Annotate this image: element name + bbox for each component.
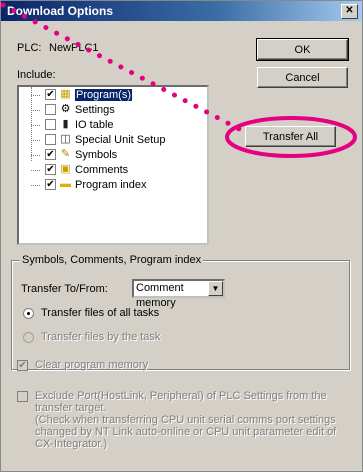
settings-icon: ⚙ bbox=[60, 103, 71, 115]
radio-all-tasks[interactable] bbox=[23, 308, 34, 319]
symbols-checkbox[interactable]: ✔ bbox=[45, 149, 56, 160]
exclude-port-checkbox[interactable] bbox=[17, 391, 28, 402]
radio-all-tasks-label[interactable]: Transfer files of all tasks bbox=[41, 307, 159, 319]
tree-branch bbox=[31, 110, 40, 111]
tree-item-label: Program index bbox=[75, 179, 147, 191]
tree-item-label: Settings bbox=[75, 104, 115, 116]
program-icon: ▦ bbox=[60, 88, 71, 100]
ok-button[interactable]: OK bbox=[256, 38, 349, 61]
dialog-title: Download Options bbox=[7, 4, 113, 18]
transfer-all-button[interactable]: Transfer All bbox=[245, 126, 336, 147]
transfer-to-select[interactable]: Comment memory ▼ bbox=[132, 279, 225, 309]
program-checkbox[interactable]: ✔ bbox=[45, 89, 56, 100]
plc-name: NewPLC1 bbox=[49, 42, 99, 54]
settings-checkbox[interactable] bbox=[45, 104, 56, 115]
symbols-icon: ✎ bbox=[60, 148, 71, 160]
program-index-icon: ▬ bbox=[60, 178, 71, 190]
tree-item-label: IO table bbox=[75, 119, 114, 131]
radio-by-task-label[interactable]: Transfer files by the task bbox=[41, 331, 160, 343]
special-unit-checkbox[interactable] bbox=[45, 134, 56, 145]
tree-branch bbox=[31, 125, 40, 126]
program-index-checkbox[interactable]: ✔ bbox=[45, 179, 56, 190]
tree-branch bbox=[31, 170, 40, 171]
chevron-down-icon[interactable]: ▼ bbox=[208, 281, 223, 296]
cancel-button[interactable]: Cancel bbox=[257, 67, 348, 88]
exclude-port-label[interactable]: Exclude Port(HostLink, Peripheral) of PL… bbox=[35, 390, 345, 450]
clear-memory-checkbox[interactable]: ✔ bbox=[17, 360, 28, 371]
include-tree[interactable]: ✔ ▦ Program(s) ⚙ Settings ▮ IO table ◫ S… bbox=[17, 85, 209, 245]
tree-branch bbox=[31, 95, 40, 96]
tree-connector bbox=[31, 87, 32, 161]
radio-by-task[interactable] bbox=[23, 332, 34, 343]
tree-item-label: Comments bbox=[75, 164, 129, 176]
tree-branch bbox=[31, 155, 40, 156]
special-unit-icon: ◫ bbox=[60, 133, 71, 145]
close-icon[interactable]: ✕ bbox=[341, 4, 358, 19]
tree-item-label: Symbols bbox=[75, 149, 118, 161]
group-title: Symbols, Comments, Program index bbox=[20, 254, 204, 266]
comments-checkbox[interactable]: ✔ bbox=[45, 164, 56, 175]
io-table-checkbox[interactable] bbox=[45, 119, 56, 130]
plc-label: PLC: bbox=[17, 42, 42, 54]
comments-icon: ▣ bbox=[60, 163, 71, 175]
transfer-to-label: Transfer To/From: bbox=[21, 283, 108, 295]
tree-branch bbox=[31, 185, 40, 186]
tree-item-label: Program(s) bbox=[75, 89, 133, 101]
io-table-icon: ▮ bbox=[62, 118, 69, 130]
download-options-dialog: Download Options ✕ PLC: NewPLC1 Include:… bbox=[0, 0, 363, 472]
clear-memory-label[interactable]: Clear program memory bbox=[35, 359, 148, 371]
tree-item-label: Special Unit Setup bbox=[75, 134, 166, 146]
title-bar: Download Options ✕ bbox=[1, 1, 362, 21]
include-label: Include: bbox=[17, 69, 56, 81]
tree-branch bbox=[31, 140, 40, 141]
